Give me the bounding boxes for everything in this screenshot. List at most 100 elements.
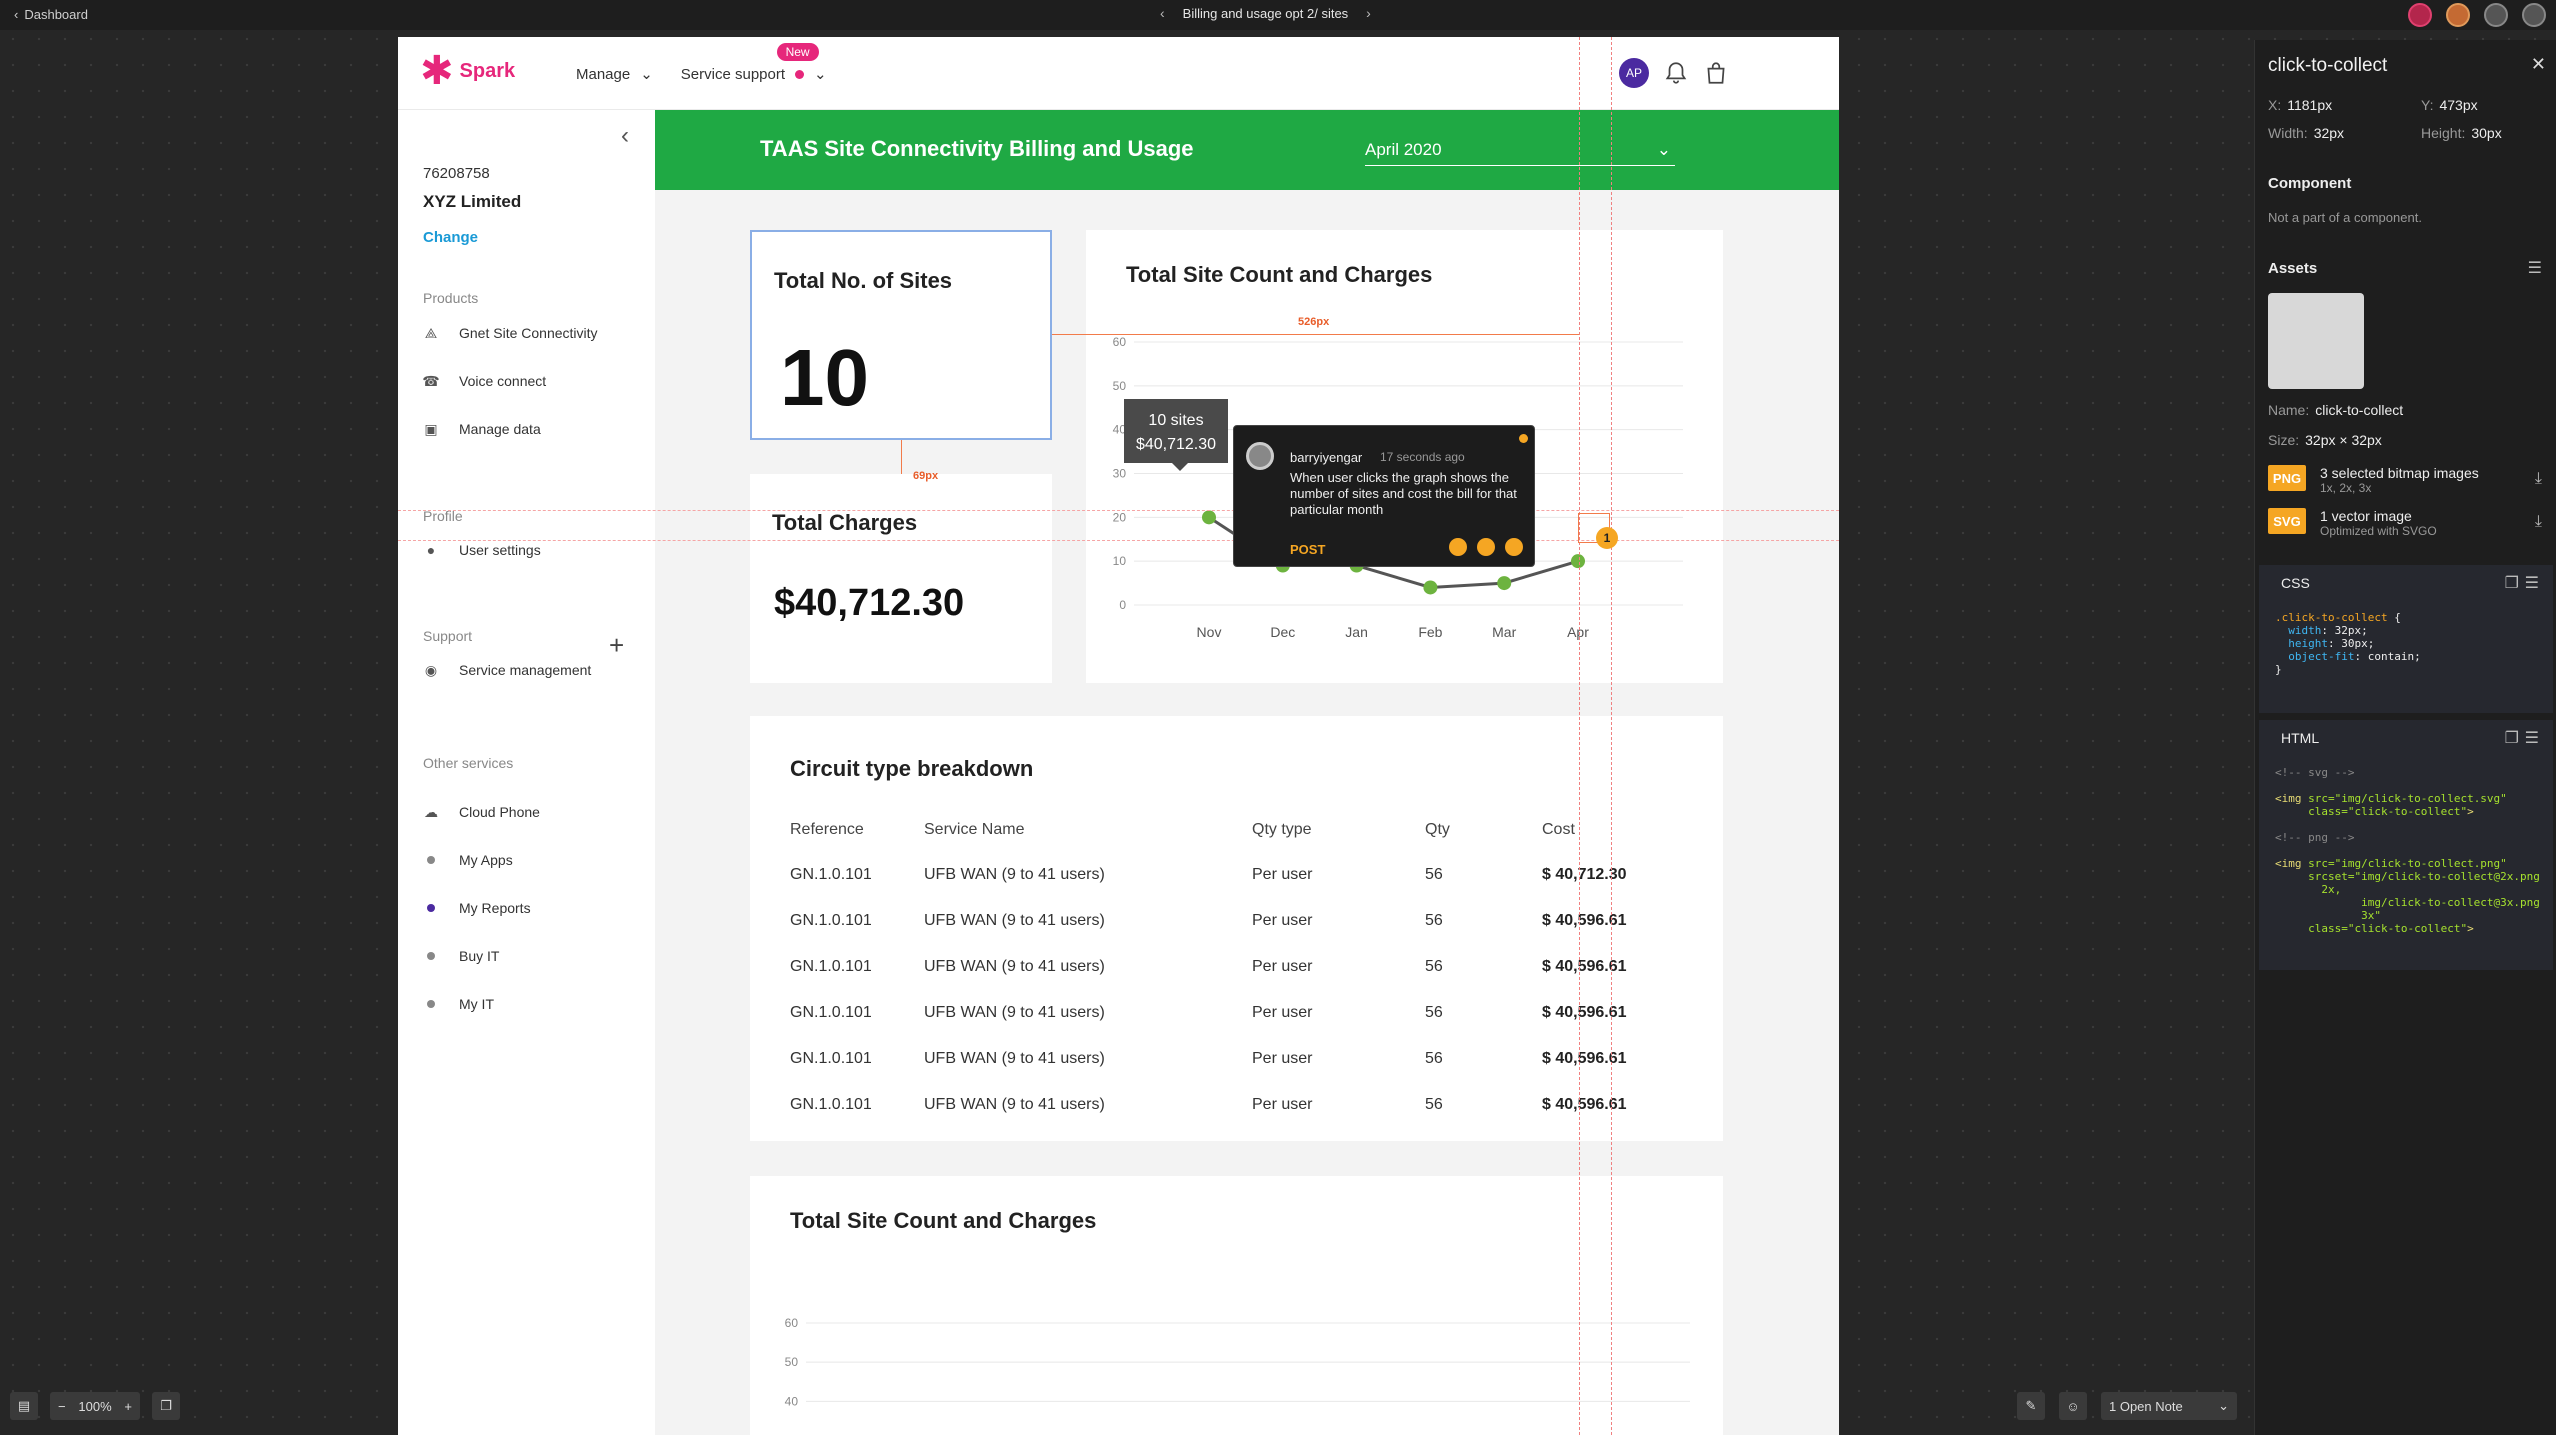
sidebar-item-label: User settings (459, 542, 541, 558)
circuit-breakdown-title: Circuit type breakdown (790, 756, 1034, 781)
sidebar-item-my-reports[interactable]: My Reports (423, 900, 531, 916)
thinking-face-icon[interactable] (1477, 538, 1495, 556)
bell-icon[interactable] (1663, 60, 1689, 86)
smile-icon[interactable]: ☺ (2059, 1392, 2087, 1420)
css-code-panel: CSS ❐ ☰ .click-to-collect { width: 32px;… (2259, 565, 2553, 713)
previous-screen-icon[interactable]: ‹ (1160, 5, 1165, 21)
sidebar-item-user-settings[interactable]: ● User settings (423, 542, 541, 558)
sidebar-item-cloud-phone[interactable]: ☁ Cloud Phone (423, 804, 540, 821)
change-account-link[interactable]: Change (423, 229, 478, 246)
close-icon[interactable]: ✕ (2531, 54, 2546, 75)
comment-timestamp: 17 seconds ago (1380, 450, 1465, 464)
nav-manage[interactable]: Manage ⌄ (576, 65, 653, 84)
settings-icon[interactable]: ☰ (2525, 728, 2539, 748)
sidebar-item-label: My IT (459, 996, 494, 1012)
add-service-icon[interactable]: + (609, 630, 624, 661)
cell-cost: $ 40,596.61 (1542, 1050, 1627, 1067)
png-asset-row[interactable]: PNG 3 selected bitmap images 1x, 2x, 3x (2268, 465, 2479, 495)
total-charges-title: Total Charges (772, 510, 918, 535)
zoom-out-icon[interactable]: − (58, 1399, 66, 1414)
commenter-avatar (1246, 442, 1274, 470)
download-icon[interactable]: ⤓ (2535, 513, 2542, 531)
cell-qty-type: Per user (1252, 958, 1313, 975)
help-icon[interactable] (2484, 3, 2508, 27)
spark-logo[interactable]: ✱ Spark (420, 51, 515, 91)
zoom-in-icon[interactable]: + (124, 1399, 132, 1414)
y-tick-label: 50 (1113, 379, 1127, 393)
sidebar-item-buy-it[interactable]: Buy IT (423, 948, 499, 964)
svg-asset-row[interactable]: SVG 1 vector image Optimized with SVGO (2268, 508, 2437, 538)
sidebar-item-my-apps[interactable]: My Apps (423, 852, 513, 868)
html-code-panel: HTML ❐ ☰ <!-- svg --> <img src="img/clic… (2259, 720, 2553, 970)
post-button[interactable]: POST (1290, 542, 1325, 557)
sidebar-item-service-management[interactable]: ◉ Service management (423, 661, 591, 679)
copy-icon[interactable]: ❐ (2505, 728, 2519, 748)
sidebar-item-manage-data[interactable]: ▣ Manage data (423, 421, 540, 438)
avatar[interactable]: AP (1619, 58, 1649, 88)
asset-size-row: Size: 32px × 32px (2268, 432, 2382, 448)
tooltip-cost: $40,712.30 (1135, 436, 1217, 453)
table-row: GN.1.0.101 UFB WAN (9 to 41 users) Per u… (750, 958, 1723, 1004)
sidebar-item-my-it[interactable]: My IT (423, 996, 494, 1012)
column-header-qty: Qty (1425, 821, 1450, 838)
nav-service-support[interactable]: New Service support ⌄ (680, 43, 827, 83)
cell-qty-type: Per user (1252, 866, 1313, 883)
vertical-distance-line (901, 440, 902, 474)
cell-cost: $ 40,596.61 (1542, 912, 1627, 929)
asset-thumbnail[interactable] (2268, 293, 2364, 389)
sidebar-item-label: My Apps (459, 852, 513, 868)
cell-reference: GN.1.0.101 (790, 1004, 872, 1021)
download-icon[interactable]: ⤓ (2535, 470, 2542, 488)
y-tick-label: 50 (785, 1355, 799, 1369)
y-tick-label: 20 (1113, 510, 1127, 524)
table-row: GN.1.0.101 UFB WAN (9 to 41 users) Per u… (750, 1004, 1723, 1050)
copy-icon[interactable]: ❐ (2505, 573, 2519, 593)
thumbs-up-icon[interactable] (1449, 538, 1467, 556)
back-label: Dashboard (24, 7, 88, 22)
sidebar-item-voice[interactable]: ☎ Voice connect (422, 373, 546, 390)
next-screen-icon[interactable]: › (1366, 5, 1371, 21)
table-row: GN.1.0.101 UFB WAN (9 to 41 users) Per u… (750, 1096, 1723, 1142)
comment-body: When user clicks the graph shows the num… (1290, 470, 1517, 517)
x-tick-label: Mar (1492, 624, 1516, 640)
add-note-icon[interactable]: ✎ (2017, 1392, 2045, 1420)
y-tick-label: 0 (1119, 598, 1126, 612)
cell-service-name: UFB WAN (9 to 41 users) (924, 958, 1105, 975)
account-number: 76208758 (423, 165, 490, 182)
back-to-dashboard-link[interactable]: ‹ Dashboard (14, 7, 88, 22)
cell-qty: 56 (1425, 1004, 1443, 1021)
cell-qty: 56 (1425, 912, 1443, 929)
total-sites-card[interactable]: Total No. of Sites 10 (750, 230, 1052, 440)
collaborator-avatar[interactable] (2446, 3, 2470, 27)
shopping-bag-icon[interactable] (1703, 60, 1729, 86)
comment-pin[interactable]: 1 (1596, 527, 1618, 549)
month-select[interactable]: April 2020 ⌄ (1365, 134, 1675, 166)
css-code[interactable]: .click-to-collect { width: 32px; height:… (2275, 611, 2421, 676)
collaborator-avatars (2408, 3, 2546, 27)
user-avatar[interactable] (2522, 3, 2546, 27)
open-notes-select[interactable]: 1 Open Note ⌄ (2101, 1392, 2237, 1420)
y-tick-label: 60 (1113, 335, 1127, 349)
html-code[interactable]: <!-- svg --> <img src="img/click-to-coll… (2275, 766, 2540, 935)
circuit-breakdown-card: Circuit type breakdown Reference Service… (750, 716, 1723, 1141)
cell-service-name: UFB WAN (9 to 41 users) (924, 1050, 1105, 1067)
chart-tooltip: 10 sites $40,712.30 (1124, 399, 1228, 463)
cell-service-name: UFB WAN (9 to 41 users) (924, 1004, 1105, 1021)
sidebar-item-gnet[interactable]: ⟁ Gnet Site Connectivity (423, 325, 598, 342)
pages-icon[interactable]: ❐ (152, 1392, 180, 1420)
site-count-chart-2[interactable]: 60504030 (750, 1176, 1723, 1435)
settings-icon[interactable]: ☰ (2525, 573, 2539, 593)
nav-service-support-label: Service support (680, 65, 786, 83)
cell-reference: GN.1.0.101 (790, 912, 872, 929)
total-charges-card: Total Charges $40,712.30 (750, 474, 1052, 683)
collapse-sidebar-icon[interactable]: ‹ (621, 122, 629, 150)
cell-qty-type: Per user (1252, 1050, 1313, 1067)
laughing-face-icon[interactable] (1505, 538, 1523, 556)
settings-icon[interactable]: ☰ (2528, 258, 2542, 278)
layers-icon[interactable]: ▤ (10, 1392, 38, 1420)
sidebar: ‹ 76208758 XYZ Limited Change Products ⟁… (398, 110, 655, 1435)
y-tick-label: 30 (1113, 467, 1127, 481)
assets-heading: Assets (2268, 260, 2318, 277)
headset-icon: ◉ (424, 661, 438, 678)
collaborator-avatar[interactable] (2408, 3, 2432, 27)
